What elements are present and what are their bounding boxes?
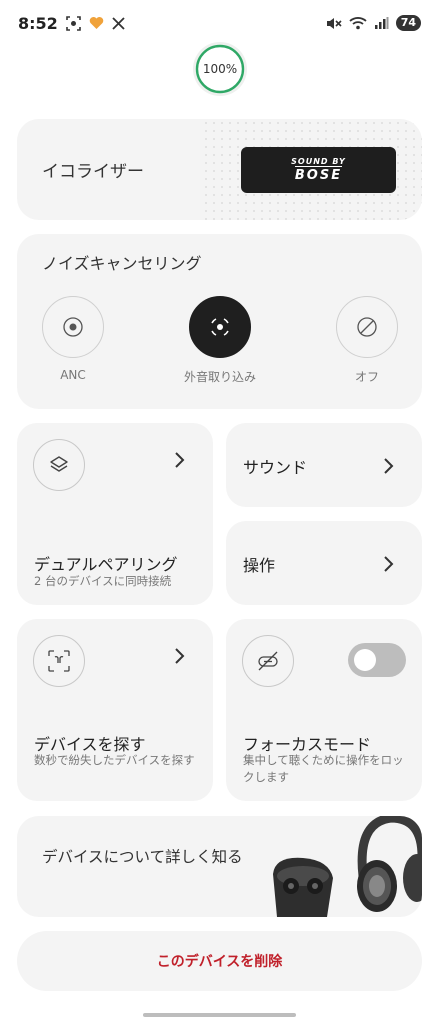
screenshot-icon — [65, 15, 81, 31]
sound-title: サウンド — [243, 458, 308, 477]
sound-by-bose-badge: SOUND BY BOSE — [241, 147, 396, 193]
controls-tile[interactable]: 操作 — [226, 521, 422, 605]
noise-cancelling-card: ノイズキャンセリング ANC 外音取り込み オフ — [17, 234, 422, 409]
earbuds-scan-icon — [48, 650, 70, 672]
mute-icon — [326, 17, 342, 29]
anc-icon — [63, 317, 83, 337]
signal-icon — [374, 17, 389, 29]
focus-mode-icon-circle — [242, 635, 294, 687]
sound-tile[interactable]: サウンド — [226, 423, 422, 507]
ambient-sound-icon — [211, 318, 229, 336]
layers-icon — [50, 456, 68, 472]
focus-mode-icon — [258, 651, 278, 671]
chevron-right-icon — [384, 556, 394, 572]
anc-option-button[interactable] — [42, 296, 104, 358]
off-icon — [357, 317, 377, 337]
chevron-right-icon — [175, 452, 185, 468]
layers-icon-circle — [33, 439, 85, 491]
bose-badge-main: BOSE — [294, 166, 343, 183]
battery-indicator: 74 — [395, 15, 421, 31]
find-device-icon-circle — [33, 635, 85, 687]
chevron-right-icon — [384, 458, 394, 474]
device-battery-ring: 100% — [191, 40, 249, 98]
headphones-image — [357, 816, 422, 912]
battery-percent-label: 100% — [202, 62, 238, 76]
chevron-right-icon — [175, 648, 185, 664]
anc-option-label: ANC — [60, 368, 86, 382]
dual-pairing-tile[interactable]: デュアルペアリング 2 台のデバイスに同時接続 — [17, 423, 213, 605]
controls-title: 操作 — [243, 556, 276, 575]
off-option-button[interactable] — [336, 296, 398, 358]
focus-mode-subtitle: 集中して聴くために操作をロックします — [243, 753, 404, 784]
dual-pairing-subtitle: 2 台のデバイスに同時接続 — [34, 574, 172, 588]
ambient-option-button[interactable] — [189, 296, 251, 358]
delete-device-button[interactable]: このデバイスを削除 — [17, 931, 422, 991]
home-indicator[interactable] — [143, 1013, 296, 1017]
learn-more-card[interactable]: デバイスについて詳しく知る — [17, 816, 422, 917]
focus-mode-tile: フォーカスモード 集中して聴くために操作をロックします — [226, 619, 422, 801]
learn-more-label: デバイスについて詳しく知る — [42, 848, 243, 866]
dual-pairing-title: デュアルペアリング — [34, 555, 178, 574]
ambient-option-label: 外音取り込み — [183, 370, 256, 384]
find-device-subtitle: 数秒で紛失したデバイスを探す — [34, 753, 195, 767]
status-time: 8:52 — [18, 13, 58, 33]
noise-cancelling-title: ノイズキャンセリング — [42, 254, 202, 273]
earbuds-case-image — [273, 857, 333, 917]
wifi-icon — [349, 17, 367, 30]
x-logo-icon — [112, 16, 125, 30]
equalizer-card[interactable]: イコライザー SOUND BY BOSE — [17, 119, 422, 220]
focus-mode-toggle[interactable] — [348, 643, 406, 677]
toggle-knob — [354, 649, 376, 671]
bose-badge-top: SOUND BY — [291, 157, 346, 166]
equalizer-label: イコライザー — [42, 162, 144, 182]
heart-icon — [89, 17, 104, 29]
find-device-tile[interactable]: デバイスを探す 数秒で紛失したデバイスを探す — [17, 619, 213, 801]
status-right: 74 — [326, 15, 421, 31]
off-option-label: オフ — [354, 370, 379, 384]
status-left: 8:52 — [18, 14, 125, 33]
